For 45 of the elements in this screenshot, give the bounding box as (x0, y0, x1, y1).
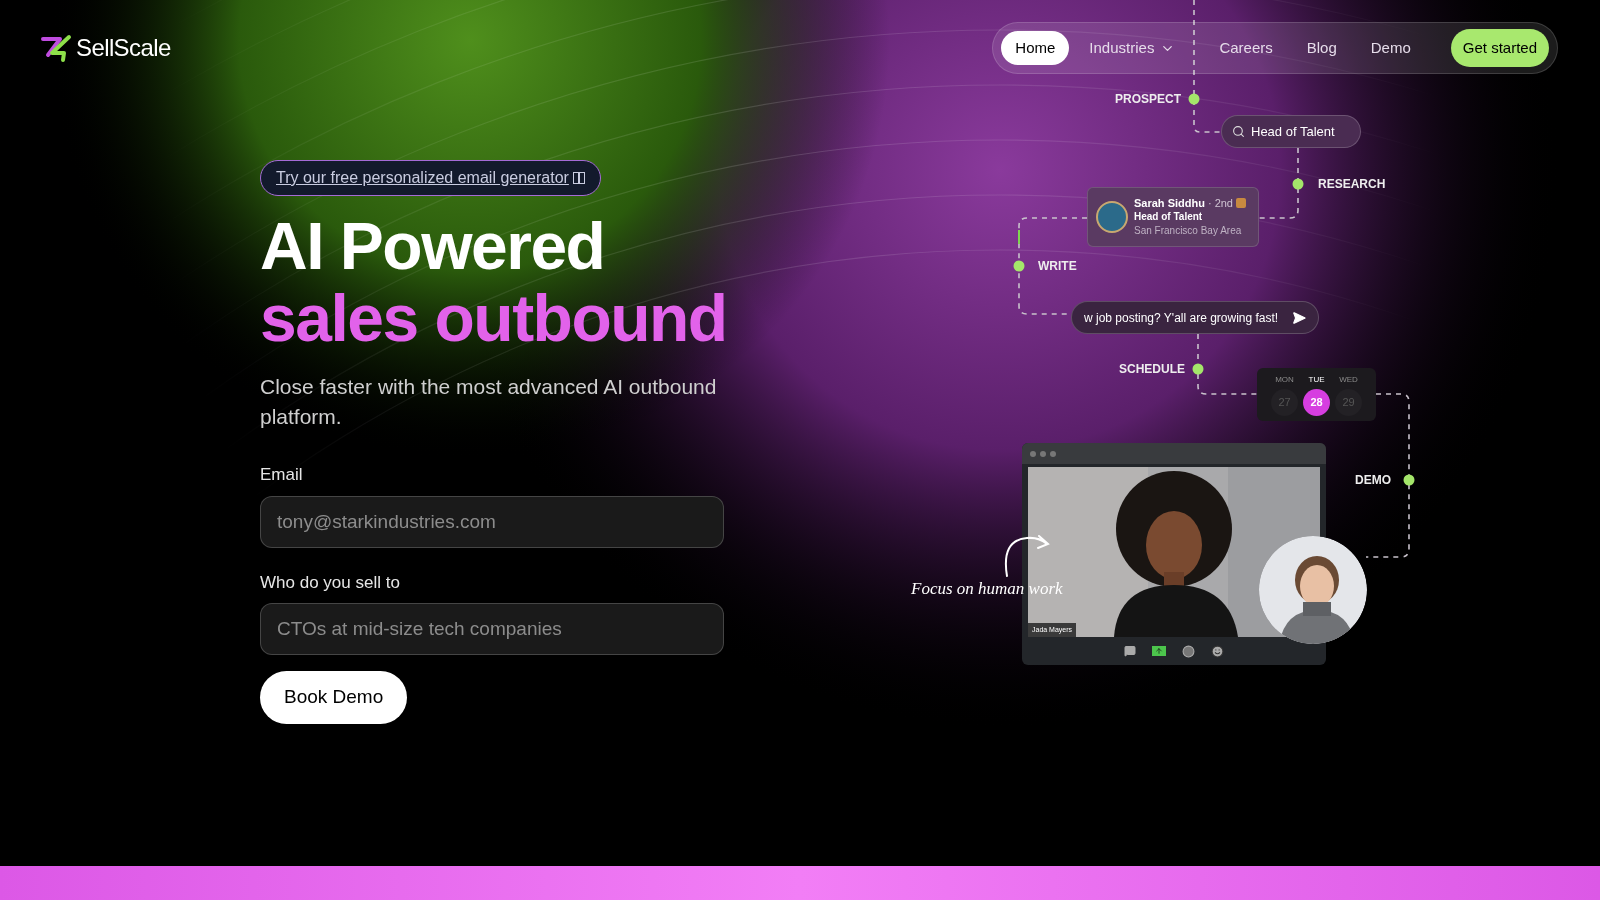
step-label: WRITE (1038, 258, 1077, 275)
field-label: Email (260, 464, 304, 486)
field-label: Who do you sell to (260, 571, 401, 594)
profile-name: Sarah Siddhu (1134, 196, 1205, 210)
step-label: DEMO (1355, 472, 1391, 489)
avatar (1096, 201, 1128, 233)
emoji-icon (1211, 644, 1224, 658)
input-field[interactable]: tony@starkindustries.com (260, 495, 724, 548)
connector-line (1197, 333, 1258, 395)
get-started-button[interactable]: Get started (1450, 29, 1549, 67)
brand-name: SellScale (76, 33, 171, 63)
send-icon (1292, 310, 1306, 325)
profile-location: San Francisco Bay Area (1134, 224, 1243, 238)
weekday-label: TUE (1308, 374, 1325, 386)
headline-highlight: sales outbound (260, 282, 727, 354)
nav-link[interactable]: Home (1001, 31, 1070, 65)
nav-link[interactable]: Blog (1292, 31, 1351, 65)
search-icon (1232, 125, 1245, 138)
connection-degree: · 2nd (1207, 196, 1233, 210)
glyph-icon (572, 172, 585, 184)
connector-line (1258, 147, 1299, 219)
linkedin-icon (1236, 198, 1246, 208)
book-demo-button[interactable]: Book Demo (260, 671, 408, 724)
subtitle: Close faster with the most advanced AI outbound platform. (260, 374, 718, 430)
record-icon (1182, 644, 1195, 658)
search-text: Head of Talent (1251, 122, 1335, 141)
nav-link[interactable]: Demo (1356, 31, 1425, 65)
cursor-icon (1018, 230, 1020, 244)
input-field[interactable]: CTOs at mid-size tech companies (260, 603, 724, 655)
share-icon (1152, 646, 1166, 656)
step-label: SCHEDULE (1119, 361, 1185, 378)
chat-icon (1124, 645, 1136, 657)
headline: AI Powered (260, 210, 606, 282)
step-label: PROSPECT (1115, 91, 1181, 108)
profile-title: Head of Talent (1134, 210, 1204, 224)
nav-dropdown[interactable]: Industries (1075, 31, 1190, 65)
weekday-label: WED (1339, 374, 1358, 386)
generator-link[interactable]: Try our free personalized email generator (260, 160, 601, 196)
step-label: RESEARCH (1318, 176, 1386, 193)
logo-icon (40, 33, 72, 63)
annotation-text: Focus on human work (911, 578, 1063, 600)
nav-link[interactable]: Careers (1205, 31, 1287, 65)
date-cell[interactable]: 28 (1303, 389, 1330, 416)
message-text: w job posting? Y'all are growing fast! (1084, 309, 1279, 327)
weekday-label: MON (1275, 374, 1294, 386)
